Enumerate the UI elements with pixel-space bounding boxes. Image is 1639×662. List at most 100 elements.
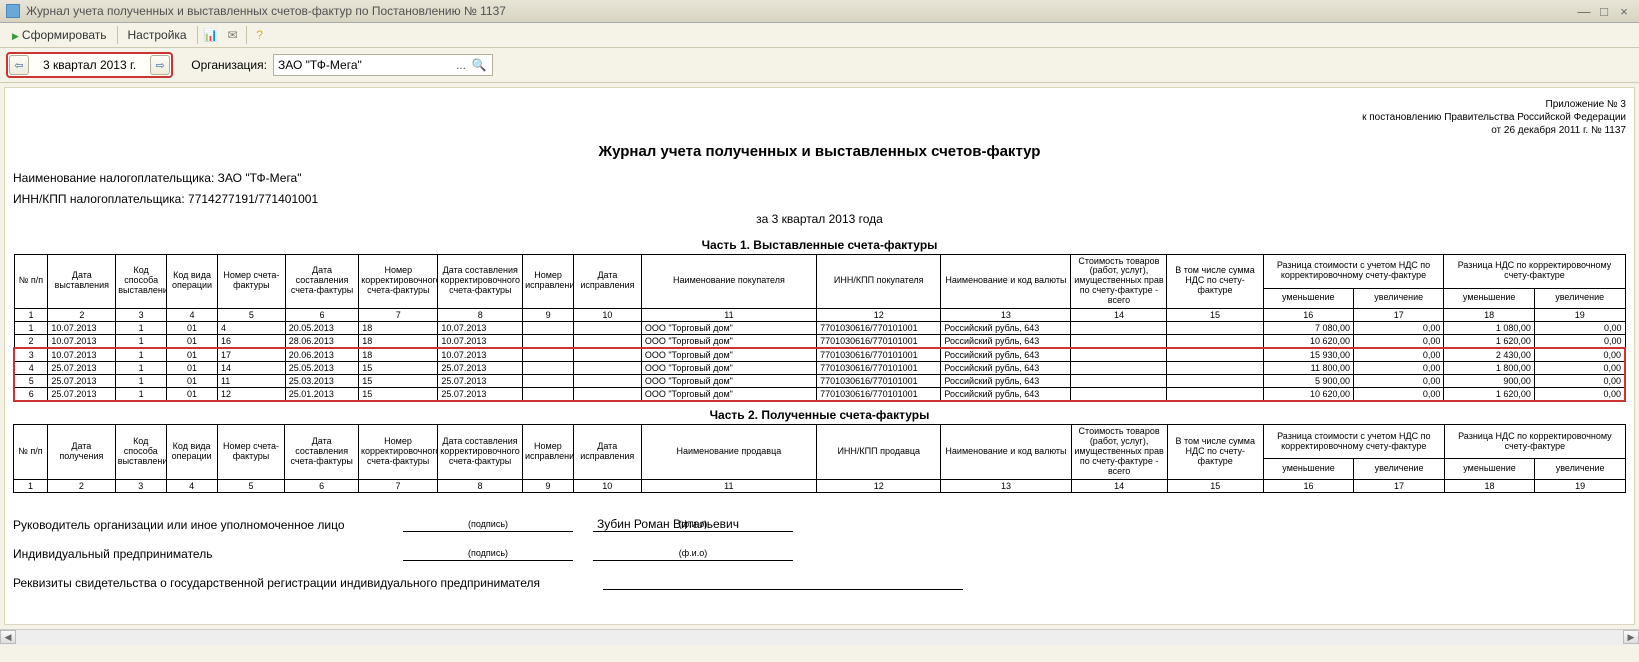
col-number: 13 [941, 309, 1071, 322]
col-number: 14 [1071, 479, 1167, 492]
col-number: 19 [1535, 479, 1626, 492]
separator [197, 26, 198, 44]
col-number: 7 [359, 309, 438, 322]
col-header: Дата выставления [48, 254, 116, 308]
separator [117, 26, 118, 44]
appendix-line: к постановлению Правительства Российской… [13, 111, 1626, 124]
col-number: 14 [1071, 309, 1167, 322]
org-select-button[interactable]: ... [452, 58, 470, 72]
col-header: Номер корректировочного счета-фактуры [358, 425, 437, 479]
table-row[interactable]: 310.07.20131011720.06.20131810.07.2013ОО… [14, 348, 1625, 362]
period-prev-button[interactable]: ⇦ [9, 55, 29, 75]
col-number: 15 [1167, 479, 1263, 492]
generate-button[interactable]: Сформировать [6, 26, 113, 44]
col-header: увеличение [1354, 459, 1445, 479]
chart-icon[interactable]: 📊 [202, 27, 220, 43]
col-header: увеличение [1354, 288, 1444, 308]
taxpayer-name: Наименование налогоплательщика: ЗАО "ТФ-… [13, 170, 1626, 187]
sign-line: (подпись) [403, 517, 573, 532]
scroll-right[interactable]: ▶ [1623, 630, 1639, 644]
rekv-label: Реквизиты свидетельства о государственно… [13, 576, 593, 590]
col-number: 6 [285, 479, 359, 492]
col-header: Номер исправления [523, 254, 574, 308]
col-number: 11 [641, 309, 816, 322]
col-number: 5 [217, 479, 285, 492]
part1-table: № п/п Дата выставления Код способа выста… [13, 254, 1626, 402]
col-header: Дата получения [47, 425, 115, 479]
help-icon[interactable]: ? [251, 27, 269, 43]
head-name: Зубин Роман Витальевич(ф.и.о) [593, 517, 793, 532]
col-header: увеличение [1534, 288, 1625, 308]
col-number: 5 [217, 309, 285, 322]
period-value: 3 квартал 2013 г. [29, 58, 150, 72]
org-input[interactable]: ЗАО "ТФ-Мега" ... 🔍 [273, 54, 493, 76]
col-number: 16 [1263, 479, 1353, 492]
col-header: Номер корректировочного счета-фактуры [359, 254, 438, 308]
appendix-block: Приложение № 3 к постановлению Правитель… [13, 98, 1626, 137]
col-number: 17 [1354, 309, 1444, 322]
col-number: 9 [522, 479, 573, 492]
col-number: 4 [166, 479, 217, 492]
table-row[interactable]: 425.07.20131011425.05.20131525.07.2013ОО… [14, 362, 1625, 375]
period-next-button[interactable]: ⇨ [150, 55, 170, 75]
close-button[interactable]: × [1615, 3, 1633, 19]
col-number: 1 [14, 479, 48, 492]
col-header: Код вида операции [166, 425, 217, 479]
col-header: № п/п [14, 254, 48, 308]
col-number: 3 [115, 479, 166, 492]
col-header: Дата исправления [573, 425, 641, 479]
part2-title: Часть 2. Полученные счета-фактуры [13, 408, 1626, 422]
titlebar: Журнал учета полученных и выставленных с… [0, 0, 1639, 23]
col-header: уменьшение [1444, 459, 1534, 479]
col-header: Дата составления корректировочного счета… [438, 425, 523, 479]
col-header: Стоимость товаров (работ, услуг), имущес… [1071, 425, 1167, 479]
col-number: 10 [574, 309, 642, 322]
ip-label: Индивидуальный предприниматель [13, 547, 393, 561]
col-header: Номер счета-фактуры [217, 254, 285, 308]
col-header: Номер счета-фактуры [217, 425, 285, 479]
appendix-line: от 26 декабря 2011 г. № 1137 [13, 124, 1626, 137]
mail-icon[interactable]: ✉ [224, 27, 242, 43]
col-header: Наименование продавца [641, 425, 816, 479]
col-header: Дата исправления [574, 254, 642, 308]
org-search-button[interactable]: 🔍 [470, 58, 488, 72]
col-header: Разница НДС по корректировочному счету-ф… [1444, 254, 1625, 288]
col-header: ИНН/КПП продавца [817, 425, 941, 479]
col-number: 18 [1444, 479, 1534, 492]
table-row[interactable]: 210.07.20131011628.06.20131810.07.2013ОО… [14, 335, 1625, 349]
col-number: 1 [14, 309, 48, 322]
settings-button[interactable]: Настройка [122, 26, 193, 44]
col-header: Наименование и код валюты [941, 425, 1071, 479]
col-header: Код вида операции [167, 254, 218, 308]
app-icon [6, 4, 20, 18]
col-number: 16 [1263, 309, 1353, 322]
signatures: Руководитель организации или иное уполно… [13, 517, 1626, 590]
col-header: Номер исправления [522, 425, 573, 479]
col-header: В том числе сумма НДС по счету-фактуре [1167, 254, 1263, 308]
report-period: за 3 квартал 2013 года [13, 212, 1626, 226]
minimize-button[interactable]: — [1575, 3, 1593, 19]
scroll-track[interactable] [16, 630, 1623, 644]
taxpayer-innkpp: ИНН/КПП налогоплательщика: 7714277191/77… [13, 191, 1626, 208]
scroll-left[interactable]: ◀ [0, 630, 16, 644]
col-header: ИНН/КПП покупателя [817, 254, 941, 308]
col-number: 13 [941, 479, 1071, 492]
col-number: 8 [438, 479, 523, 492]
table-row[interactable]: 525.07.20131011125.03.20131525.07.2013ОО… [14, 375, 1625, 388]
col-number: 2 [48, 309, 116, 322]
col-header: Наименование покупателя [641, 254, 816, 308]
col-header: Стоимость товаров (работ, услуг), имущес… [1071, 254, 1167, 308]
part1-title: Часть 1. Выставленные счета-фактуры [13, 238, 1626, 252]
col-number: 12 [817, 479, 941, 492]
maximize-button[interactable]: □ [1595, 3, 1613, 19]
part2-table: № п/п Дата получения Код способа выставл… [13, 424, 1626, 492]
col-number: 17 [1354, 479, 1445, 492]
col-header: Разница стоимости с учетом НДС по коррек… [1263, 254, 1444, 288]
table-row[interactable]: 110.07.2013101420.05.20131810.07.2013ООО… [14, 322, 1625, 335]
col-header: увеличение [1535, 459, 1626, 479]
horizontal-scrollbar[interactable]: ◀ ▶ [0, 629, 1639, 645]
table-row[interactable]: 625.07.20131011225.01.20131525.07.2013ОО… [14, 388, 1625, 402]
col-header: Дата составления корректировочного счета… [438, 254, 523, 308]
period-selector: ⇦ 3 квартал 2013 г. ⇨ [6, 52, 173, 78]
col-number: 18 [1444, 309, 1534, 322]
